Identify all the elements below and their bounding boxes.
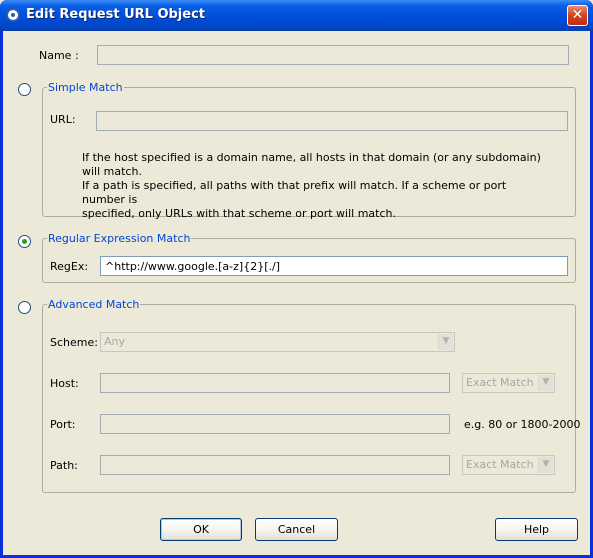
port-hint: e.g. 80 or 1800-2000 [464, 418, 581, 431]
advanced-match-radio[interactable] [18, 301, 31, 314]
description-line: specified, only URLs with that scheme or… [82, 207, 396, 220]
host-label: Host: [50, 377, 79, 390]
window-title: Edit Request URL Object [26, 7, 205, 22]
dialog-body: Name : Simple Match URL: If the host spe… [3, 31, 590, 555]
regex-match-legend: Regular Expression Match [47, 232, 192, 245]
port-label: Port: [50, 418, 76, 431]
name-label: Name : [39, 49, 79, 62]
ok-button[interactable]: OK [160, 518, 242, 541]
url-input[interactable] [96, 111, 568, 131]
scheme-label: Scheme: [50, 336, 98, 349]
port-input[interactable] [100, 414, 450, 434]
path-label: Path: [50, 459, 78, 472]
path-match-select[interactable]: Exact Match ▼ [462, 455, 555, 475]
close-button[interactable]: ✕ [567, 5, 588, 26]
cancel-button[interactable]: Cancel [255, 518, 338, 541]
scheme-select[interactable]: Any ▼ [100, 332, 455, 352]
title-bar[interactable]: Edit Request URL Object ✕ [0, 0, 593, 31]
simple-match-description: If the host specified is a domain name, … [82, 151, 552, 221]
advanced-match-legend: Advanced Match [47, 298, 141, 311]
chevron-down-icon: ▼ [538, 457, 553, 473]
path-input[interactable] [100, 455, 450, 475]
app-icon [6, 8, 20, 22]
dialog-window: Edit Request URL Object ✕ Name : Simple … [0, 0, 593, 558]
url-label: URL: [50, 113, 76, 126]
host-input[interactable] [100, 373, 450, 393]
help-button[interactable]: Help [495, 518, 578, 541]
regex-label: RegEx: [50, 260, 89, 273]
regex-input[interactable]: ^http://www.google.[a-z]{2}[./] [100, 256, 568, 276]
chevron-down-icon: ▼ [438, 334, 453, 350]
host-match-select[interactable]: Exact Match ▼ [462, 373, 555, 393]
simple-match-legend: Simple Match [47, 81, 124, 94]
chevron-down-icon: ▼ [538, 375, 553, 391]
description-line: If the host specified is a domain name, … [82, 151, 541, 178]
description-line: If a path is specified, all paths with t… [82, 179, 507, 206]
name-input[interactable] [97, 45, 569, 65]
regex-match-radio[interactable] [18, 235, 31, 248]
simple-match-radio[interactable] [18, 83, 31, 96]
